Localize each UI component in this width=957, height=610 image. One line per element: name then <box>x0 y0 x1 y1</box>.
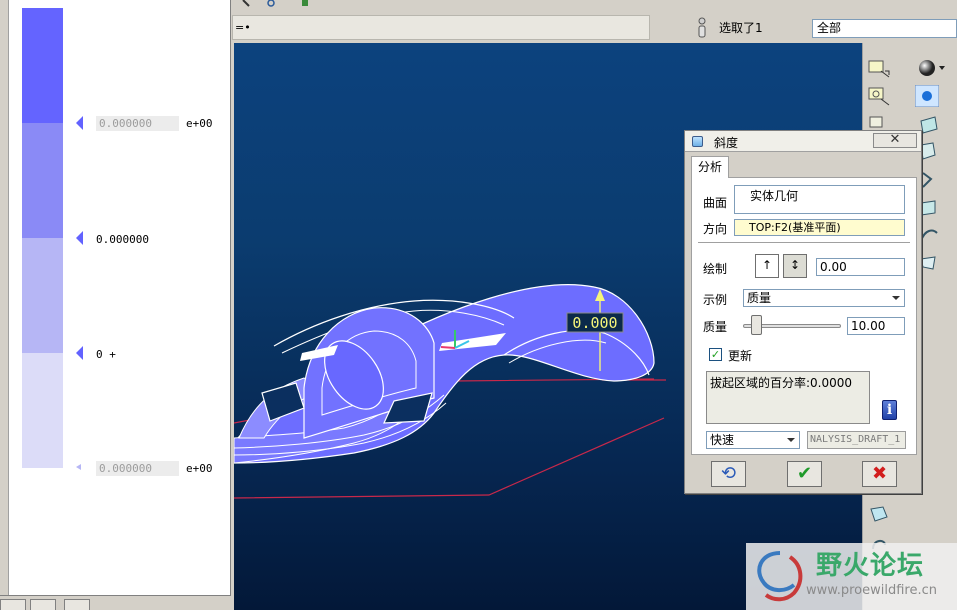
surface-collector[interactable]: 实体几何 <box>734 185 905 214</box>
compute-speed-select[interactable]: 快速 <box>706 431 800 449</box>
watermark-logo-icon <box>757 551 803 602</box>
chevron-down-icon <box>787 438 795 442</box>
scale-mid-value: 0.000000 <box>96 233 149 246</box>
surface-value: 实体几何 <box>750 189 799 203</box>
forum-watermark: 野火论坛 www.proewildfire.cn <box>746 543 957 610</box>
result-text-area: 拔起区域的百分率:0.0000 <box>706 371 870 424</box>
panel-bottom-tabs <box>0 595 231 610</box>
draft-angle-input[interactable]: 0.00 <box>816 258 905 276</box>
scale-swatch-2 <box>22 123 63 238</box>
solid-tool-icon-1[interactable] <box>867 503 891 525</box>
sample-label: 示例 <box>703 293 728 307</box>
sample-select[interactable]: 质量 <box>743 289 905 307</box>
watermark-title: 野火论坛 <box>816 551 925 581</box>
speed-value: 快速 <box>710 433 735 447</box>
quality-input[interactable]: 10.00 <box>847 317 905 335</box>
repeat-analysis-button[interactable]: ⟲ <box>711 461 746 487</box>
app-window: 0.000000 e+00 0.000000 0 + 0.000000 e+00… <box>0 0 957 610</box>
scale-top-value-field[interactable]: 0.000000 <box>96 116 179 131</box>
draw-direction-both-button[interactable]: ↕ <box>783 254 807 278</box>
cancel-button[interactable]: ✖ <box>862 461 897 487</box>
panel-edge-strip <box>0 0 9 595</box>
scale-bottom-exponent: e+00 <box>186 462 213 475</box>
quality-slider-thumb[interactable] <box>751 315 762 335</box>
scale-marker-mid[interactable] <box>76 231 83 245</box>
shaded-display-icon[interactable] <box>915 85 939 107</box>
datum-plane-tool-icon[interactable] <box>867 57 891 79</box>
dimension-label-text[interactable]: 0.000 <box>572 314 617 332</box>
direction-label: 方向 <box>703 222 728 236</box>
dialog-close-button[interactable]: ✕ <box>873 133 917 148</box>
scale-bottom-value-field[interactable]: 0.000000 <box>96 461 179 476</box>
draw-label: 绘制 <box>703 262 728 276</box>
draft-color-scale-panel: 0.000000 e+00 0.000000 0 + 0.000000 e+00 <box>0 0 231 595</box>
selection-filter-select[interactable]: 全部 <box>812 19 957 38</box>
quality-label: 质量 <box>703 320 728 334</box>
analysis-name-field[interactable]: NALYSIS_DRAFT_1 <box>807 431 906 449</box>
ok-button[interactable]: ✔ <box>787 461 822 487</box>
scale-swatch-4 <box>22 353 63 468</box>
scale-zero-value: 0 + <box>96 348 116 361</box>
info-icon[interactable]: i <box>882 400 897 420</box>
direction-collector[interactable]: TOP:F2(基准平面) <box>734 219 905 236</box>
draft-analysis-dialog: 斜度 ✕ 分析 曲面 实体几何 方向 TOP:F2(基准平面) 绘制 ↑ ↕ 0… <box>684 130 922 494</box>
pointer-tool-icon[interactable] <box>241 0 253 8</box>
scale-swatch-1 <box>22 8 63 123</box>
bottom-tab-1[interactable] <box>0 599 26 610</box>
sphere-display-icon[interactable] <box>915 57 939 79</box>
chevron-down-icon <box>892 296 900 300</box>
selection-count-label: 选取了1 <box>719 21 763 35</box>
spin-tool-icon[interactable] <box>265 0 277 8</box>
scale-swatch-3 <box>22 238 63 353</box>
scale-marker-top[interactable] <box>76 116 83 130</box>
update-checkbox[interactable]: ✓ <box>709 348 722 361</box>
watermark-url: www.proewildfire.cn <box>806 583 937 598</box>
dialog-title: 斜度 <box>714 136 739 150</box>
surface-label: 曲面 <box>703 196 728 210</box>
draw-direction-flip-button[interactable]: ↑ <box>755 254 779 278</box>
layer-tool-icon[interactable] <box>299 0 311 8</box>
dialog-app-icon <box>692 136 703 147</box>
scale-marker-zero[interactable] <box>76 346 83 360</box>
sample-value: 质量 <box>747 291 772 305</box>
datum-axis-tool-icon[interactable] <box>867 85 891 107</box>
dialog-title-bar[interactable]: 斜度 ✕ <box>685 131 921 152</box>
scale-marker-bottom[interactable] <box>76 464 81 470</box>
analysis-panel: 曲面 实体几何 方向 TOP:F2(基准平面) 绘制 ↑ ↕ 0.00 示例 质… <box>691 177 917 455</box>
tab-analysis[interactable]: 分析 <box>691 156 729 178</box>
scale-top-exponent: e+00 <box>186 117 213 130</box>
bottom-tab-2[interactable] <box>30 599 56 610</box>
bottom-tab-3[interactable] <box>64 599 90 610</box>
top-status-bar: =• 选取了1 全部 <box>232 0 957 43</box>
update-label: 更新 <box>728 349 753 363</box>
separator <box>698 242 910 244</box>
selection-filter-icon <box>698 17 706 38</box>
sphere-dropdown-icon[interactable] <box>937 57 947 79</box>
triad-z-axis <box>440 346 456 349</box>
message-area: =• <box>232 15 650 40</box>
